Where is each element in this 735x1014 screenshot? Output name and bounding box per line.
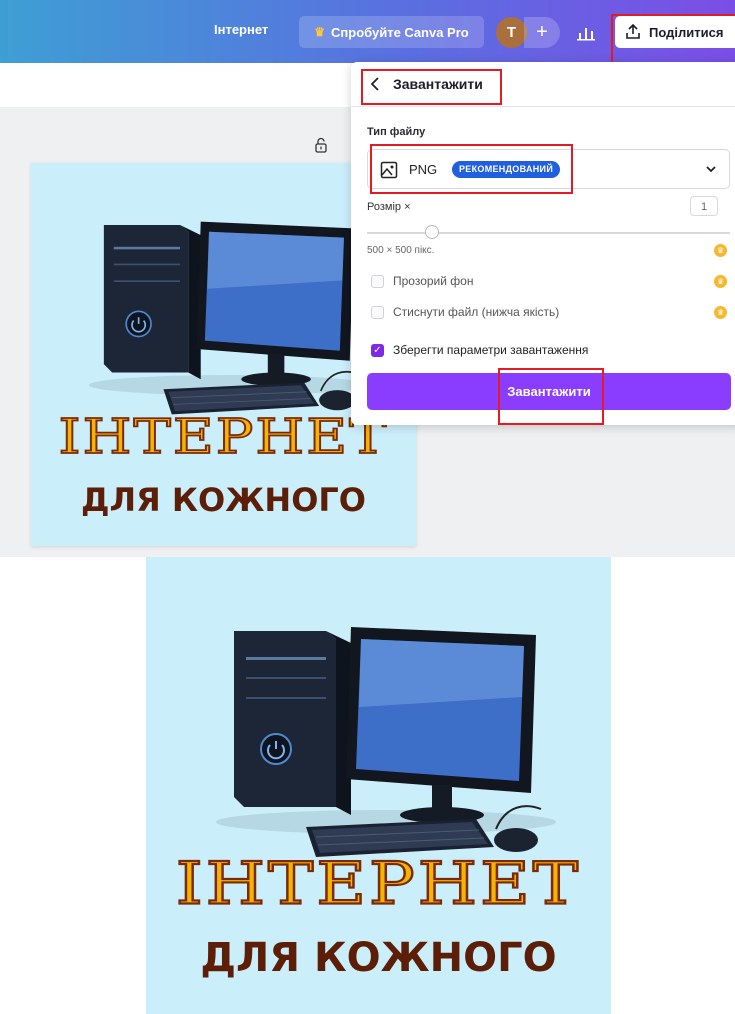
crown-icon: ♛	[314, 25, 326, 39]
transparent-bg-label: Прозорий фон	[393, 274, 474, 288]
add-collaborator-button[interactable]: +	[524, 17, 560, 48]
compress-file-checkbox[interactable]	[371, 306, 384, 319]
design-preview-subline: ДЛЯ КОЖНОГО	[200, 935, 557, 981]
try-canva-pro-button[interactable]: ♛ Спробуйте Canva Pro	[299, 16, 484, 48]
lock-icon[interactable]	[313, 137, 329, 153]
highlight-download-button	[498, 368, 604, 425]
save-settings-label: Зберегти параметри завантаження	[393, 343, 589, 357]
try-canva-pro-label: Спробуйте Canva Pro	[331, 24, 469, 40]
transparent-bg-checkbox[interactable]	[371, 275, 384, 288]
bar-chart-icon	[577, 27, 595, 40]
size-slider-track[interactable]	[367, 232, 730, 234]
chevron-down-icon	[706, 166, 716, 173]
pro-crown-icon: ♛	[714, 244, 727, 257]
dimensions-text: 500 × 500 пікс.	[367, 245, 435, 256]
size-label: Розмір ×	[367, 201, 411, 213]
pro-crown-icon: ♛	[714, 275, 727, 288]
size-slider-thumb[interactable]	[425, 225, 439, 239]
avatar[interactable]: T	[496, 17, 527, 48]
file-type-label: Тип файлу	[367, 126, 426, 138]
design-title[interactable]: Інтернет	[214, 22, 268, 37]
design-subline: ДЛЯ КОЖНОГО	[81, 481, 366, 519]
highlight-download-title	[361, 69, 502, 105]
save-settings-checkbox[interactable]: ✓	[371, 344, 384, 357]
pro-crown-icon: ♛	[714, 306, 727, 319]
compress-file-label: Стиснути файл (нижча якість)	[393, 305, 560, 319]
design-preview-large: ІНТЕРНЕТ ДЛЯ КОЖНОГО	[146, 557, 611, 1014]
highlight-file-type	[370, 144, 573, 194]
highlight-share	[611, 14, 735, 69]
size-input[interactable]: 1	[690, 196, 718, 216]
design-preview-headline: ІНТЕРНЕТ	[175, 850, 582, 919]
insights-button[interactable]	[568, 17, 604, 48]
